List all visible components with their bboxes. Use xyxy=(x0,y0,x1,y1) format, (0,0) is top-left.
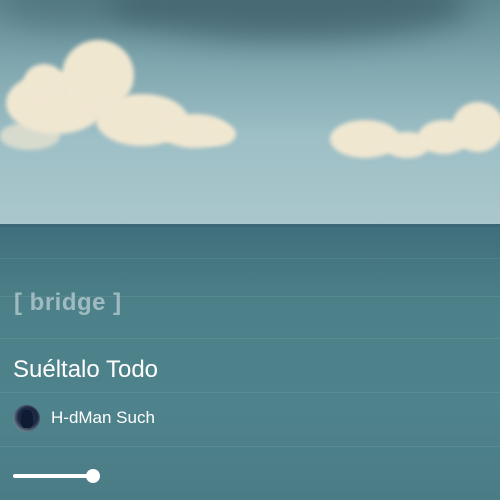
song-title: Suéltalo Todo xyxy=(13,356,159,383)
horizon-line xyxy=(0,224,500,227)
cloud xyxy=(452,102,500,152)
artist-name[interactable]: H-dMan Such xyxy=(51,408,155,428)
section-tag: [ bridge ] xyxy=(14,289,122,316)
sky-background xyxy=(0,0,500,226)
cloud xyxy=(24,64,64,98)
dark-cloud xyxy=(0,0,160,30)
cloud xyxy=(196,122,236,146)
wave-line xyxy=(0,258,500,259)
wave-line xyxy=(0,338,500,339)
artist-avatar[interactable] xyxy=(13,404,40,432)
progress-knob[interactable] xyxy=(86,469,100,483)
wave-line xyxy=(0,392,500,393)
cloud xyxy=(0,122,60,150)
artist-row[interactable]: H-dMan Such xyxy=(13,404,155,432)
playback-progress-bar[interactable] xyxy=(13,469,100,483)
wave-line xyxy=(0,446,500,447)
lyrics-card: [ bridge ] Suéltalo Todo H-dMan Such xyxy=(0,0,500,500)
progress-fill xyxy=(13,474,93,478)
dark-cloud xyxy=(110,0,470,40)
avatar-figure xyxy=(21,409,33,428)
